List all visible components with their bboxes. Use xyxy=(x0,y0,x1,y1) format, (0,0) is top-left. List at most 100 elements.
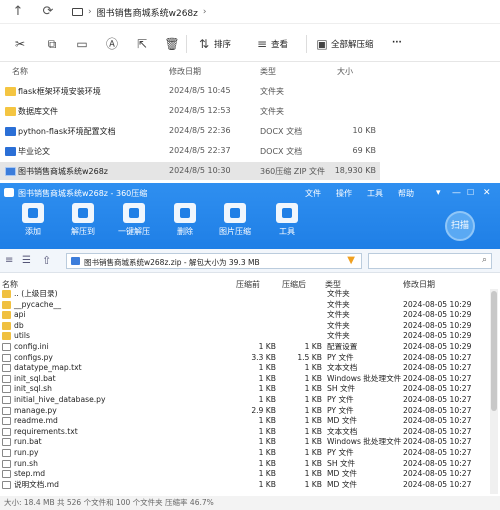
zip-status-bar: 大小: 18.4 MB 共 526 个文件和 100 个文件夹 压缩率 46.7… xyxy=(0,496,500,510)
zip-row[interactable]: run.sh 1 KB 1 KB SH 文件 2024-08-05 10:27 xyxy=(0,459,490,470)
paste-icon[interactable]: ▭ xyxy=(74,36,90,52)
file-row-selected[interactable]: 图书销售商城系统w268z 2024/8/5 10:30 360压缩 ZIP 文… xyxy=(0,162,380,180)
zip-row-packed: 1 KB xyxy=(258,469,276,479)
menu-tools[interactable]: 工具 xyxy=(367,188,383,199)
zip-row-name: api xyxy=(14,310,26,320)
up-arrow-icon[interactable]: ↑ xyxy=(10,4,26,20)
zip-row[interactable]: readme.md 1 KB 1 KB MD 文件 2024-08-05 10:27 xyxy=(0,416,490,427)
sort-button[interactable]: 排序 xyxy=(214,38,231,50)
zip-row-name: configs.py xyxy=(14,352,53,362)
zip-row-type: Windows 批处理文件 xyxy=(327,437,402,447)
zip-row[interactable]: __pycache__ 文件夹 2024-08-05 10:29 xyxy=(0,300,490,311)
extract-to-button[interactable]: 解压到 xyxy=(61,203,105,237)
zip-row[interactable]: step.md 1 KB 1 KB MD 文件 2024-08-05 10:27 xyxy=(0,469,490,480)
extract-all-button[interactable]: 全部解压缩 xyxy=(331,38,374,50)
zip-row-type: SH 文件 xyxy=(327,384,356,394)
file-row[interactable]: 数据库文件 2024/8/5 12:53 文件夹 xyxy=(0,102,380,120)
zip-row-type: PY 文件 xyxy=(327,352,354,362)
zip-row-name: initial_hive_database.py xyxy=(14,395,106,404)
zip-row[interactable]: run.bat 1 KB 1 KB Windows 批处理文件 2024-08-05 1… xyxy=(0,437,490,448)
zip-row[interactable]: utils 文件夹 2024-08-05 10:29 xyxy=(0,331,490,342)
zip-row-packed: 1 KB xyxy=(258,426,276,436)
menu-operate[interactable]: 操作 xyxy=(336,188,352,199)
share-icon[interactable]: ⇱ xyxy=(134,36,150,52)
zip-row-type: 文件夹 xyxy=(327,299,350,309)
tools-button[interactable]: 工具 xyxy=(265,203,309,237)
copy-icon[interactable]: ⧉ xyxy=(44,36,60,52)
file-date: 2024/8/5 22:37 xyxy=(169,146,231,155)
extract-icon[interactable]: ▣ xyxy=(314,36,330,52)
file-row[interactable]: 毕业论文 2024/8/5 22:37 DOCX 文档 69 KB xyxy=(0,142,380,160)
breadcrumb-item[interactable]: 图书销售商城系统w268z xyxy=(97,6,198,19)
zip-row[interactable]: datatype_map.txt 1 KB 1 KB 文本文档 2024-08-05 1… xyxy=(0,363,490,374)
zip-scrollbar[interactable] xyxy=(490,289,498,494)
detail-view-icon[interactable]: ☰ xyxy=(22,255,31,266)
one-click-extract-button[interactable]: 一键解压 xyxy=(112,203,156,237)
file-name: 数据库文件 xyxy=(18,107,58,116)
menu-dropdown-icon[interactable]: ▾ xyxy=(436,188,441,198)
column-modified[interactable]: 修改日期 xyxy=(169,66,201,77)
close-icon[interactable]: ✕ xyxy=(483,188,491,198)
file-row[interactable]: python-flask环境配置文档 2024/8/5 22:36 DOCX 文… xyxy=(0,122,380,140)
column-size[interactable]: 大小 xyxy=(337,66,353,77)
sort-icon[interactable]: ⇅ xyxy=(196,36,212,52)
zip-list-header: 名称 压缩前 压缩后 类型 修改日期 xyxy=(0,277,500,289)
explorer-nav-bar: ↑ ⟳ › 图书销售商城系统w268z › xyxy=(0,0,500,24)
scan-button[interactable]: 扫描 xyxy=(445,211,475,241)
add-button[interactable]: 添加 xyxy=(11,203,55,237)
scroll-thumb[interactable] xyxy=(491,291,497,411)
path-text: 图书销售商城系统w268z.zip - 解包大小为 39.3 MB xyxy=(84,258,260,267)
tools-icon xyxy=(276,203,298,223)
explorer-toolbar: ✂ ⧉ ▭ Ⓐ ⇱ 🗑 ⇅ 排序 ≡ 查看 ▣ 全部解压缩 ··· xyxy=(0,26,500,62)
zip-row-date: 2024-08-05 10:27 xyxy=(403,426,472,436)
zip-row[interactable]: init_sql.sh 1 KB 1 KB SH 文件 2024-08-05 10:27 xyxy=(0,384,490,395)
zip-row-type: PY 文件 xyxy=(327,448,354,457)
zip-row[interactable]: initial_hive_database.py 1 KB 1 KB PY 文件 202… xyxy=(0,395,490,406)
path-dropdown-icon[interactable]: ▼ xyxy=(347,255,355,266)
more-button[interactable]: ··· xyxy=(392,38,402,48)
cut-icon[interactable]: ✂ xyxy=(12,36,28,52)
zip-row-date: 2024-08-05 10:29 xyxy=(403,310,472,320)
zip-row-name: init_sql.bat xyxy=(14,373,56,383)
address-bar[interactable]: › 图书销售商城系统w268z › xyxy=(72,4,206,20)
menu-help[interactable]: 帮助 xyxy=(398,188,414,199)
zip-row[interactable]: init_sql.bat 1 KB 1 KB Windows 批处理文件 2024-08… xyxy=(0,374,490,385)
delete-button[interactable]: 删除 xyxy=(163,203,207,237)
view-button[interactable]: 查看 xyxy=(271,38,288,50)
zip-row[interactable]: api 文件夹 2024-08-05 10:29 xyxy=(0,310,490,321)
rename-icon[interactable]: Ⓐ xyxy=(104,36,120,52)
zip-row-compressed: 1 KB xyxy=(304,479,322,489)
file-icon xyxy=(2,438,11,447)
delete-icon[interactable]: 🗑 xyxy=(164,36,180,52)
maximize-icon[interactable]: ☐ xyxy=(467,188,474,197)
path-box[interactable]: 图书销售商城系统w268z.zip - 解包大小为 39.3 MB ▼ xyxy=(66,253,362,269)
view-icon[interactable]: ≡ xyxy=(254,36,270,52)
minimize-icon[interactable]: — xyxy=(452,188,461,198)
list-view-icon[interactable]: ≡ xyxy=(5,255,13,266)
zip-row-date: 2024-08-05 10:27 xyxy=(403,448,472,457)
image-compress-button[interactable]: 图片压缩 xyxy=(213,203,257,237)
search-input[interactable]: ⌕ xyxy=(368,253,492,269)
up-folder-icon[interactable]: ⇧ xyxy=(42,254,51,267)
zip-row[interactable]: 说明文档.md 1 KB 1 KB MD 文件 2024-08-05 10:27 xyxy=(0,480,490,491)
zip-row-name: run.py xyxy=(14,448,39,457)
zip-row[interactable]: db 文件夹 2024-08-05 10:29 xyxy=(0,321,490,332)
zip-row[interactable]: config.ini 1 KB 1 KB 配置设置 2024-08-05 10:29 xyxy=(0,342,490,353)
zip-row[interactable]: manage.py 2.9 KB 1 KB PY 文件 2024-08-05 10:27 xyxy=(0,406,490,417)
file-list-header: 名称 修改日期 类型 大小 xyxy=(0,63,500,79)
file-name: 毕业论文 xyxy=(18,147,50,156)
column-type[interactable]: 类型 xyxy=(260,66,276,77)
zip-icon xyxy=(71,257,80,265)
zip-row[interactable]: run.py 1 KB 1 KB PY 文件 2024-08-05 10:27 xyxy=(0,448,490,459)
zip-row-date: 2024-08-05 10:27 xyxy=(403,416,472,426)
zip-row-compressed: 1 KB xyxy=(304,458,322,468)
zip-row[interactable]: requirements.txt 1 KB 1 KB 文本文档 2024-08-05 1… xyxy=(0,427,490,438)
zip-row[interactable]: configs.py 3.3 KB 1.5 KB PY 文件 2024-08-05 10… xyxy=(0,353,490,364)
refresh-icon[interactable]: ⟳ xyxy=(40,4,56,20)
file-row[interactable]: flask框架环境安装环境 2024/8/5 10:45 文件夹 xyxy=(0,82,380,100)
search-icon[interactable]: ⌕ xyxy=(482,255,487,265)
menu-file[interactable]: 文件 xyxy=(305,188,321,199)
zip-row[interactable]: .. (上级目录) 文件夹 xyxy=(0,289,490,300)
column-name[interactable]: 名称 xyxy=(12,66,28,77)
zip-icon xyxy=(5,167,16,176)
